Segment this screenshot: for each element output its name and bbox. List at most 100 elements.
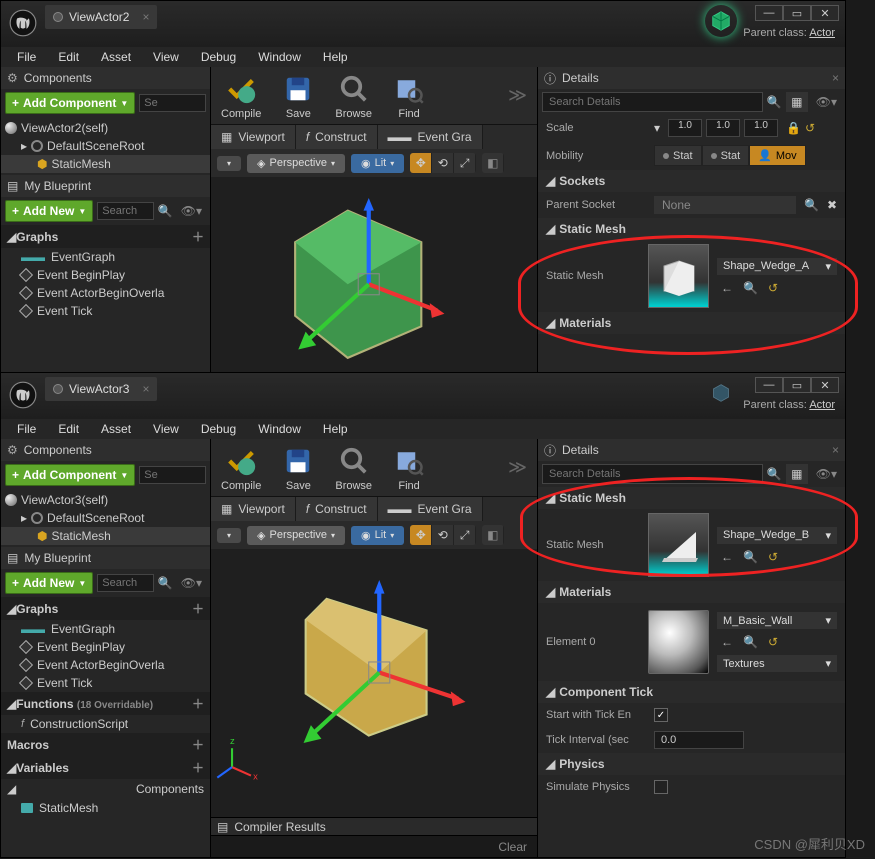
parent-class-link[interactable]: Actor <box>809 27 835 39</box>
componenttick-section[interactable]: ◢ Component Tick <box>538 681 845 703</box>
reset-icon[interactable]: ↺ <box>768 281 778 295</box>
menu-edit[interactable]: Edit <box>48 48 89 66</box>
viewport-3d[interactable]: z x <box>211 549 537 817</box>
viewport-options[interactable]: ▾ <box>217 528 241 543</box>
add-new-button[interactable]: +Add New▼ <box>5 572 93 594</box>
tab-viewport[interactable]: ▦Viewport <box>211 497 296 521</box>
mobility-static[interactable]: Stat <box>654 145 702 166</box>
add-graph-icon[interactable]: ＋ <box>192 228 204 245</box>
menu-help[interactable]: Help <box>313 48 358 66</box>
tab-viewport[interactable]: ▦Viewport <box>211 125 296 149</box>
scale-z-input[interactable]: 1.0 <box>744 119 778 137</box>
tab-construction[interactable]: fConstruct <box>296 497 378 521</box>
variables-components[interactable]: ◢Components <box>1 779 210 799</box>
event-tick[interactable]: Event Tick <box>1 674 210 692</box>
use-selected-icon[interactable]: ← <box>721 635 733 649</box>
blueprint-cube-icon[interactable] <box>705 377 737 409</box>
add-component-button[interactable]: +Add Component▼ <box>5 464 135 486</box>
add-icon[interactable]: ＋ <box>192 759 204 776</box>
minimize-button[interactable]: — <box>755 5 783 21</box>
material-thumbnail[interactable] <box>648 610 709 674</box>
reset-icon[interactable]: ↺ <box>768 550 778 564</box>
tab-viewactor3[interactable]: ViewActor3× <box>45 377 157 401</box>
tree-scene-root[interactable]: ▸DefaultSceneRoot <box>1 509 210 527</box>
browse-button[interactable]: Browse <box>335 72 372 120</box>
macros-header[interactable]: Macros＋ <box>1 733 210 756</box>
material-dropdown[interactable]: M_Basic_Wall▾ <box>717 612 837 629</box>
menu-edit[interactable]: Edit <box>48 420 89 438</box>
perspective-button[interactable]: ◈ Perspective▾ <box>247 526 345 545</box>
close-icon[interactable]: × <box>832 443 839 457</box>
use-selected-icon[interactable]: ← <box>721 550 733 564</box>
gear-icon[interactable]: ⚙ <box>7 443 18 457</box>
menu-file[interactable]: File <box>7 420 46 438</box>
tab-eventgraph[interactable]: ▬▬Event Gra <box>378 497 483 521</box>
scale-x-input[interactable]: 1.0 <box>668 119 702 137</box>
menu-debug[interactable]: Debug <box>191 48 246 66</box>
close-button[interactable]: ✕ <box>811 377 839 393</box>
maximize-button[interactable]: ▭ <box>783 377 811 393</box>
close-button[interactable]: ✕ <box>811 5 839 21</box>
event-actorbeginoverlap[interactable]: Event ActorBeginOverla <box>1 284 210 302</box>
parent-socket-value[interactable]: None <box>654 196 796 214</box>
scale-gizmo[interactable]: ⤢ <box>454 525 476 545</box>
tree-scene-root[interactable]: ▸DefaultSceneRoot <box>1 137 210 155</box>
menu-asset[interactable]: Asset <box>91 420 141 438</box>
eye-icon[interactable]: 👁▾ <box>177 576 206 590</box>
sockets-section[interactable]: ◢ Sockets <box>538 170 845 192</box>
menu-window[interactable]: Window <box>248 420 311 438</box>
menu-window[interactable]: Window <box>248 48 311 66</box>
clear-button[interactable]: Clear <box>498 840 527 854</box>
property-matrix-button[interactable]: ▦ <box>786 92 808 112</box>
toolbar-overflow-icon[interactable]: ≫ <box>508 85 527 106</box>
materials-section[interactable]: ◢ Materials <box>538 312 845 334</box>
perspective-button[interactable]: ◈ Perspective▾ <box>247 154 345 173</box>
search-icon[interactable]: 🔍 <box>767 95 782 109</box>
blueprint-cube-icon[interactable] <box>705 5 737 37</box>
staticmesh-section[interactable]: ◢ Static Mesh <box>538 487 845 509</box>
menu-view[interactable]: View <box>143 420 189 438</box>
browse-button[interactable]: Browse <box>335 444 372 492</box>
lock-icon[interactable]: 🔒 <box>786 121 801 135</box>
details-search-input[interactable] <box>542 464 763 484</box>
tree-actor-root[interactable]: ViewActor3(self) <box>1 491 210 509</box>
tree-static-mesh[interactable]: ⬢StaticMesh <box>1 155 210 173</box>
tickinterval-input[interactable] <box>654 731 744 749</box>
tab-construction[interactable]: fConstruct <box>296 125 378 149</box>
textures-dropdown[interactable]: Textures▾ <box>717 655 837 672</box>
tree-actor-root[interactable]: ViewActor2(self) <box>1 119 210 137</box>
menu-view[interactable]: View <box>143 48 189 66</box>
snap-button[interactable]: ◧ <box>482 525 504 545</box>
startwithtick-checkbox[interactable]: ✓ <box>654 708 668 722</box>
details-search-input[interactable] <box>542 92 763 112</box>
parent-class-link[interactable]: Actor <box>809 399 835 411</box>
staticmesh-section[interactable]: ◢ Static Mesh <box>538 218 845 240</box>
mobility-movable[interactable]: 👤Mov <box>749 145 805 166</box>
scale-y-input[interactable]: 1.0 <box>706 119 740 137</box>
graphs-header[interactable]: ◢Graphs＋ <box>1 597 210 620</box>
eventgraph-item[interactable]: ▬▬EventGraph <box>1 248 210 266</box>
viewport-3d[interactable] <box>211 177 537 381</box>
browse-icon[interactable]: 🔍 <box>743 635 758 649</box>
compile-button[interactable]: Compile <box>221 72 261 120</box>
tab-viewactor2[interactable]: ViewActor2 × <box>45 5 157 29</box>
browse-icon[interactable]: 🔍 <box>743 550 758 564</box>
scale-gizmo[interactable]: ⤢ <box>454 153 476 173</box>
menu-help[interactable]: Help <box>313 420 358 438</box>
find-button[interactable]: Find <box>392 72 426 120</box>
menu-debug[interactable]: Debug <box>191 420 246 438</box>
search-icon[interactable]: 🔍 <box>767 467 782 481</box>
eye-icon[interactable]: 👁▾ <box>812 95 841 109</box>
add-icon[interactable]: ＋ <box>192 600 204 617</box>
close-icon[interactable]: × <box>142 10 149 24</box>
use-selected-icon[interactable]: ← <box>721 281 733 295</box>
rotate-gizmo[interactable]: ⟲ <box>432 525 454 545</box>
search-icon[interactable]: 🔍 <box>158 576 173 590</box>
maximize-button[interactable]: ▭ <box>783 5 811 21</box>
close-icon[interactable]: × <box>142 382 149 396</box>
lit-button[interactable]: ◉ Lit▾ <box>351 526 404 545</box>
event-tick[interactable]: Event Tick <box>1 302 210 320</box>
menu-asset[interactable]: Asset <box>91 48 141 66</box>
gear-icon[interactable]: ⚙ <box>7 71 18 85</box>
minimize-button[interactable]: — <box>755 377 783 393</box>
